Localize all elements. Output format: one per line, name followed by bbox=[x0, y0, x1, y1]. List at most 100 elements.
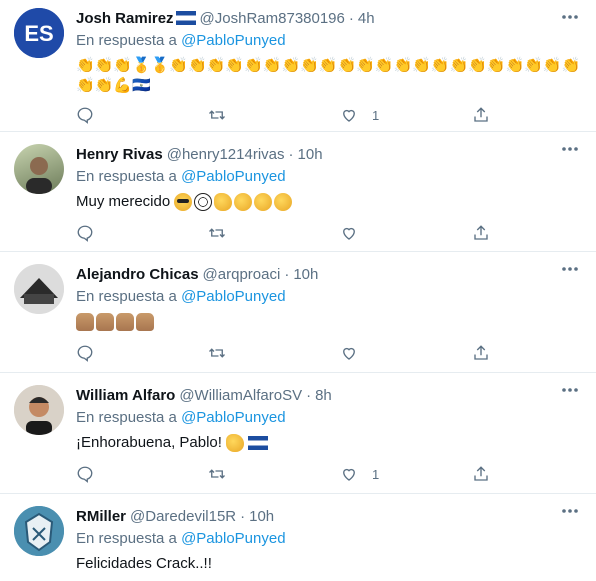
tweet-header: William Alfaro @WilliamAlfaroSV · 8h bbox=[76, 385, 582, 405]
reply-context: En respuesta a @PabloPunyed bbox=[76, 168, 582, 188]
display-name[interactable]: William Alfaro bbox=[76, 387, 175, 404]
tweet-actions: 1 bbox=[76, 106, 582, 128]
reply-prefix: En respuesta a bbox=[76, 32, 177, 49]
raised-hands-emoji-icon bbox=[136, 313, 154, 332]
share-icon bbox=[474, 466, 488, 481]
heart-icon bbox=[343, 227, 355, 240]
retweet-icon bbox=[209, 469, 225, 479]
more-options-icon[interactable] bbox=[560, 264, 580, 274]
tweet[interactable]: ES Josh Ramirez @JoshRam87380196 · 4h En… bbox=[0, 0, 596, 132]
like-button[interactable] bbox=[340, 224, 358, 242]
el-salvador-flag-icon bbox=[248, 436, 269, 451]
like-button[interactable]: 1 bbox=[340, 106, 379, 124]
raised-hands-emoji-icon bbox=[116, 313, 134, 332]
retweet-button[interactable] bbox=[208, 106, 226, 124]
mention-link[interactable]: @PabloPunyed bbox=[181, 168, 285, 185]
reply-prefix: En respuesta a bbox=[76, 288, 177, 305]
tweet-header: Josh Ramirez @JoshRam87380196 · 4h bbox=[76, 8, 582, 28]
avatar[interactable] bbox=[14, 264, 64, 314]
avatar-person-icon bbox=[26, 157, 52, 194]
display-name[interactable]: Henry Rivas bbox=[76, 146, 163, 163]
heart-icon bbox=[343, 347, 355, 360]
retweet-icon bbox=[209, 348, 225, 358]
user-handle[interactable]: @henry1214rivas bbox=[167, 146, 285, 163]
retweet-button[interactable] bbox=[208, 344, 226, 362]
reply-button[interactable] bbox=[76, 224, 94, 242]
display-name[interactable]: Josh Ramirez bbox=[76, 10, 174, 27]
like-count: 1 bbox=[372, 107, 380, 123]
retweet-icon bbox=[209, 110, 225, 120]
tweet[interactable]: William Alfaro @WilliamAlfaroSV · 8h En … bbox=[0, 373, 596, 494]
reply-icon bbox=[77, 466, 93, 483]
avatar[interactable] bbox=[14, 144, 64, 194]
more-options-icon[interactable] bbox=[560, 12, 580, 22]
display-name[interactable]: RMiller bbox=[76, 508, 126, 525]
sunglasses-emoji-icon bbox=[174, 193, 193, 212]
avatar[interactable]: ES bbox=[14, 8, 64, 58]
like-count: 1 bbox=[372, 466, 380, 482]
timestamp[interactable]: 4h bbox=[358, 10, 375, 27]
tweet-body bbox=[76, 312, 582, 332]
user-handle[interactable]: @Daredevil15R bbox=[130, 508, 236, 525]
reply-prefix: En respuesta a bbox=[76, 409, 177, 426]
tweet[interactable]: Alejandro Chicas @arqproaci · 10h En res… bbox=[0, 252, 596, 373]
retweet-button[interactable] bbox=[208, 465, 226, 483]
separator: · bbox=[284, 265, 290, 283]
reply-button[interactable] bbox=[76, 344, 94, 362]
reply-prefix: En respuesta a bbox=[76, 168, 177, 185]
clap-emoji-icon bbox=[274, 193, 293, 212]
tweet-body: Muy merecido bbox=[76, 192, 582, 212]
share-button[interactable] bbox=[472, 106, 490, 124]
tweet[interactable]: RMiller @Daredevil15R · 10h En respuesta… bbox=[0, 494, 596, 581]
avatar-emblem-icon bbox=[14, 506, 64, 556]
reply-context: En respuesta a @PabloPunyed bbox=[76, 530, 582, 550]
soccer-ball-emoji-icon bbox=[194, 193, 213, 212]
reply-prefix: En respuesta a bbox=[76, 530, 177, 547]
el-salvador-flag-icon bbox=[175, 11, 196, 25]
share-icon bbox=[474, 345, 488, 360]
timestamp[interactable]: 10h bbox=[249, 508, 274, 525]
mention-link[interactable]: @PabloPunyed bbox=[181, 288, 285, 305]
mention-link[interactable]: @PabloPunyed bbox=[181, 530, 285, 547]
separator: · bbox=[306, 386, 312, 404]
display-name[interactable]: Alejandro Chicas bbox=[76, 266, 199, 283]
mention-link[interactable]: @PabloPunyed bbox=[181, 409, 285, 426]
like-button[interactable] bbox=[340, 344, 358, 362]
avatar[interactable] bbox=[14, 506, 64, 556]
timestamp[interactable]: 8h bbox=[315, 387, 332, 404]
reply-button[interactable] bbox=[76, 465, 94, 483]
avatar-es-logo-icon: ES bbox=[14, 8, 64, 58]
clap-emoji-icon bbox=[234, 193, 253, 212]
share-button[interactable] bbox=[472, 224, 490, 242]
avatar-person-icon bbox=[14, 385, 64, 435]
user-handle[interactable]: @JoshRam87380196 bbox=[200, 10, 345, 27]
tweet-body: ¡Enhorabuena, Pablo! bbox=[76, 433, 582, 453]
user-handle[interactable]: @WilliamAlfaroSV bbox=[179, 387, 302, 404]
share-button[interactable] bbox=[472, 344, 490, 362]
reply-context: En respuesta a @PabloPunyed bbox=[76, 288, 582, 308]
retweet-button[interactable] bbox=[208, 224, 226, 242]
reply-button[interactable] bbox=[76, 106, 94, 124]
tweet-actions bbox=[76, 224, 582, 246]
user-handle[interactable]: @arqproaci bbox=[203, 266, 281, 283]
svg-text:ES: ES bbox=[24, 21, 53, 46]
avatar[interactable] bbox=[14, 385, 64, 435]
tweet[interactable]: Henry Rivas @henry1214rivas · 10h En res… bbox=[0, 132, 596, 252]
more-options-icon[interactable] bbox=[560, 385, 580, 395]
emoji-line: 👏👏👏🥇🥇👏👏👏👏👏👏👏👏👏👏👏👏👏👏👏👏👏👏👏👏👏👏👏👏💪🇸🇻 bbox=[76, 57, 581, 94]
share-icon bbox=[474, 225, 488, 240]
timestamp[interactable]: 10h bbox=[293, 266, 318, 283]
share-button[interactable] bbox=[472, 465, 490, 483]
like-button[interactable]: 1 bbox=[340, 465, 379, 483]
flexed-biceps-emoji-icon bbox=[226, 434, 245, 453]
tweet-text: Felicidades Crack..!! bbox=[76, 555, 212, 572]
tweet-actions: 1 bbox=[76, 465, 582, 487]
timestamp[interactable]: 10h bbox=[298, 146, 323, 163]
more-options-icon[interactable] bbox=[560, 144, 580, 154]
flexed-biceps-emoji-icon bbox=[214, 193, 233, 212]
raised-hands-emoji-icon bbox=[96, 313, 114, 332]
reply-feed: ES Josh Ramirez @JoshRam87380196 · 4h En… bbox=[0, 0, 596, 581]
mention-link[interactable]: @PabloPunyed bbox=[181, 32, 285, 49]
tweet-body: 👏👏👏🥇🥇👏👏👏👏👏👏👏👏👏👏👏👏👏👏👏👏👏👏👏👏👏👏👏👏💪🇸🇻 bbox=[76, 56, 582, 96]
more-options-icon[interactable] bbox=[560, 506, 580, 516]
